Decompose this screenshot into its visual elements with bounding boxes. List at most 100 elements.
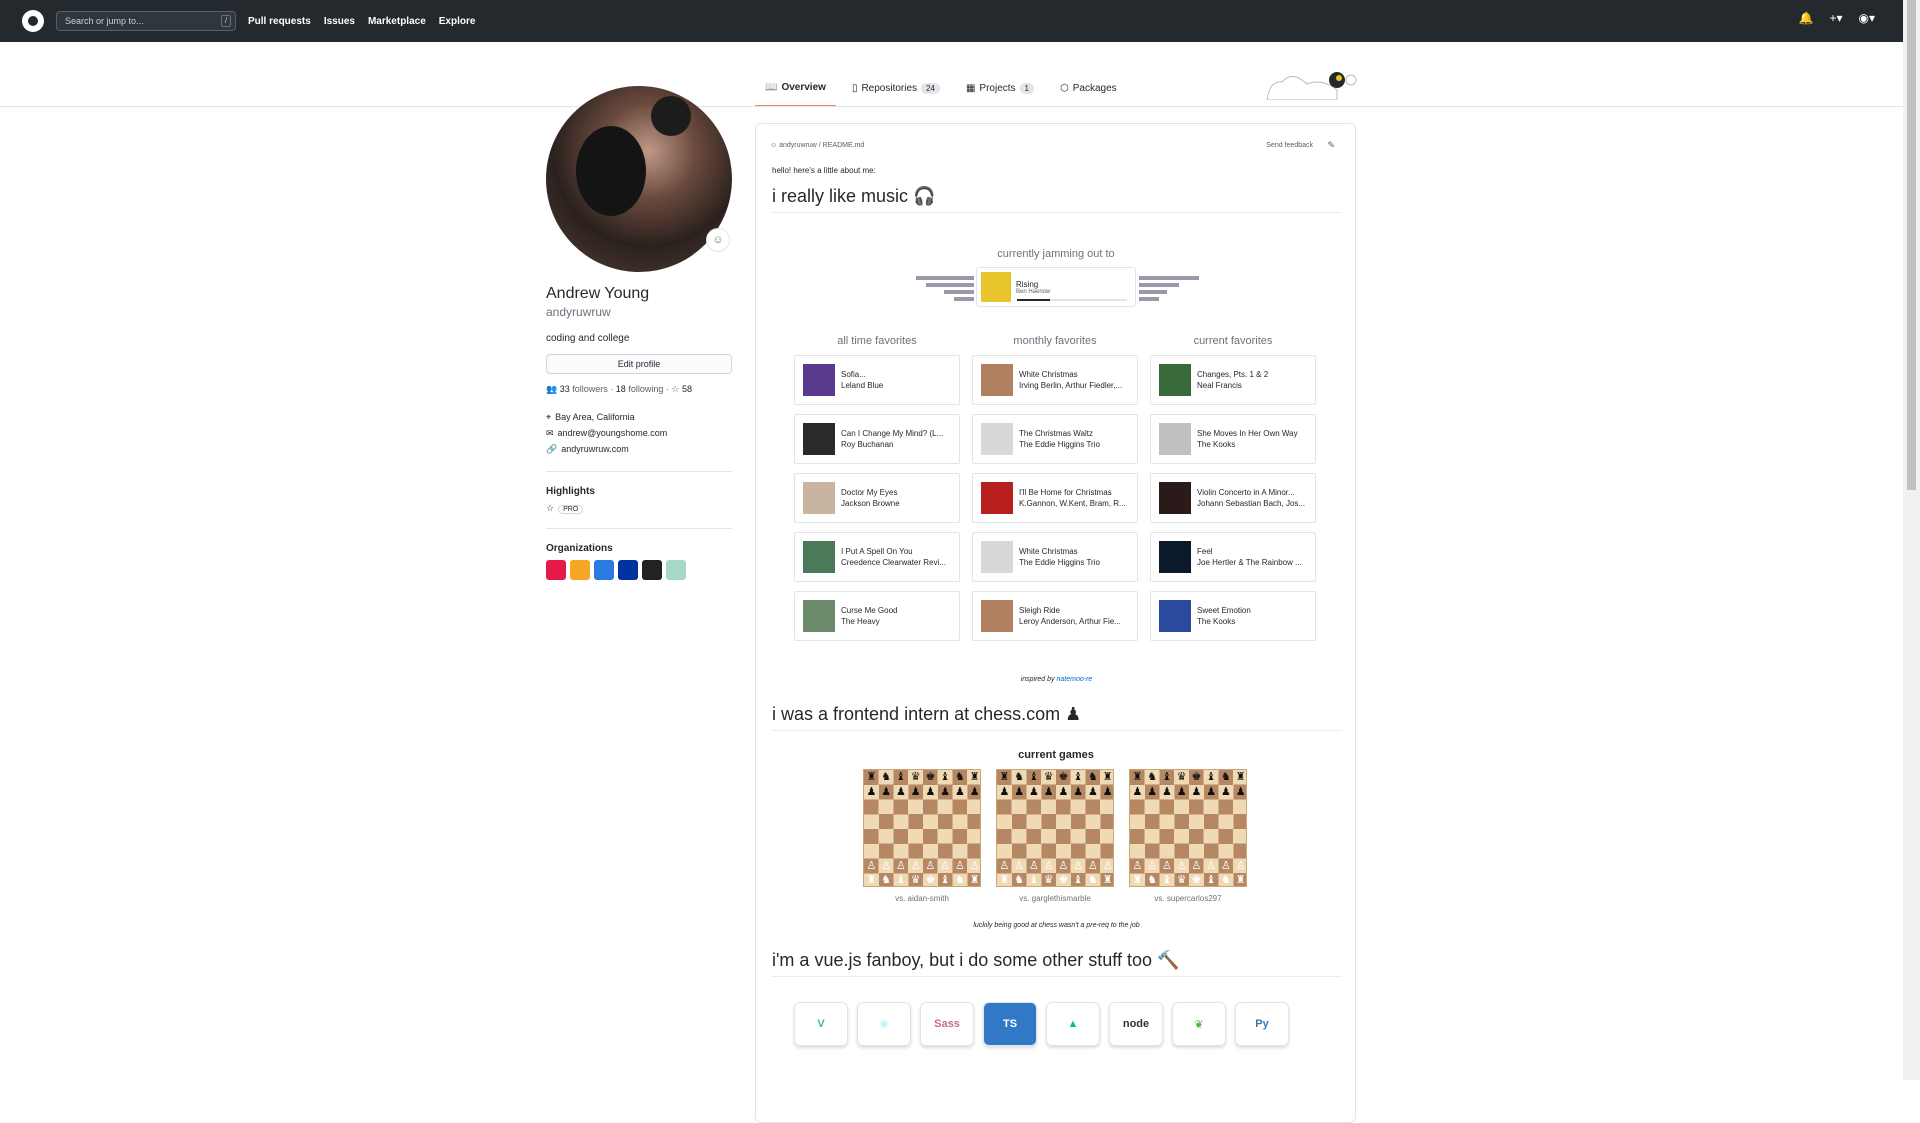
track-card[interactable]: Doctor My Eyes Jackson Browne: [794, 473, 960, 523]
track-card[interactable]: White Christmas The Eddie Higgins Trio: [972, 532, 1138, 582]
organization-avatar[interactable]: [594, 560, 614, 580]
album-art: [803, 364, 835, 396]
project-icon: ▦: [965, 83, 976, 94]
profile-avatar[interactable]: [546, 86, 732, 272]
track-card[interactable]: Violin Concerto in A Minor... Johann Seba…: [1150, 473, 1316, 523]
chess-piece: ♙: [895, 859, 906, 872]
inspired-link[interactable]: natemoo-re: [1057, 676, 1093, 683]
organization-avatar[interactable]: [618, 560, 638, 580]
game-3-opponent[interactable]: vs. supercarlos297: [1129, 894, 1247, 903]
chess-piece: ♙: [1043, 859, 1054, 872]
chess-piece: ♟: [1235, 785, 1246, 798]
tab-overview[interactable]: 📖 Overview: [755, 82, 836, 107]
organization-avatar[interactable]: [666, 560, 686, 580]
chess-piece: ♛: [910, 874, 921, 887]
chess-piece: ♚: [1191, 874, 1202, 887]
track-card[interactable]: Sleigh Ride Leroy Anderson, Arthur Fie...: [972, 591, 1138, 641]
profile-sidebar: Andrew Young andyruwruw coding and colle…: [546, 285, 732, 580]
chess-board-game-1[interactable]: ♜ ♟ ♙ ♜ ♞ ♟ ♙ ♞ ♝ ♟ ♙ ♝ ♛ ♟ ♙ ♛ ♚ ♟ ♙ ♚ ♝ ♟ ♙ ♝ ♞ ♟ ♙ ♞ ♜ ♟ ♙ ♜: [863, 769, 981, 887]
chess-piece: ♚: [1058, 874, 1069, 887]
tab-repositories[interactable]: ▯ Repositories 24: [842, 82, 950, 107]
track-card[interactable]: Sweet Emotion The Kooks: [1150, 591, 1316, 641]
set-status-smiley-icon[interactable]: ☺: [706, 228, 730, 252]
website-link[interactable]: andyruwruw.com: [561, 441, 629, 457]
favorites-column: monthly favorites White Christmas Irving B…: [972, 335, 1138, 650]
send-feedback-link[interactable]: Send feedback: [1266, 142, 1313, 149]
chess-piece: ♟: [1206, 785, 1217, 798]
chess-piece: ♙: [1073, 859, 1084, 872]
following-label[interactable]: following: [628, 384, 663, 394]
nav-pull-requests[interactable]: Pull requests: [248, 16, 311, 27]
github-logo-icon[interactable]: [22, 10, 44, 32]
track-card[interactable]: White Christmas Irving Berlin, Arthur Fie…: [972, 355, 1138, 405]
organization-avatar[interactable]: [546, 560, 566, 580]
chess-piece: ♞: [954, 874, 965, 887]
tech-heading: i'm a vue.js fanboy, but i do some other…: [772, 950, 1342, 977]
chess-piece: ♞: [1014, 874, 1025, 887]
readme-path[interactable]: ☺ andyruwruw / README.md: [770, 142, 864, 149]
top-navigation-bar: Search or jump to... / Pull requests Issu…: [0, 0, 1903, 42]
scrollbar-thumb[interactable]: [1907, 0, 1916, 490]
track-card[interactable]: Curse Me Good The Heavy: [794, 591, 960, 641]
chess-piece: ♙: [1028, 859, 1039, 872]
album-art: [803, 541, 835, 573]
user-avatar-menu-icon[interactable]: ◉▾: [1859, 11, 1876, 25]
tech-logo-icon: ▲: [1046, 1002, 1100, 1046]
tech-logo-icon: TS: [983, 1002, 1037, 1046]
profile-readme: ☺ andyruwruw / README.md Send feedback ✎…: [755, 123, 1356, 1123]
game-1-opponent[interactable]: vs. aidan-smith: [863, 894, 981, 903]
chess-piece: ♙: [940, 859, 951, 872]
projects-count: 1: [1019, 83, 1034, 94]
track-artist: Creedence Clearwater Revi...: [841, 558, 946, 567]
page-scrollbar[interactable]: [1903, 0, 1920, 1080]
track-card[interactable]: The Christmas Waltz The Eddie Higgins Tri…: [972, 414, 1138, 464]
tab-projects[interactable]: ▦ Projects 1: [956, 82, 1044, 107]
chess-piece: ♟: [881, 785, 892, 798]
highlights-title: Highlights: [546, 486, 595, 497]
track-card[interactable]: Feel Joe Hertler & The Rainbow ...: [1150, 532, 1316, 582]
chess-piece: ♜: [1102, 771, 1113, 783]
search-input[interactable]: Search or jump to... /: [56, 11, 236, 31]
chess-piece: ♙: [999, 859, 1010, 872]
package-icon: ⬡: [1059, 83, 1069, 94]
chess-piece: ♟: [1132, 785, 1143, 798]
track-card[interactable]: Changes, Pts. 1 & 2 Neal Francis: [1150, 355, 1316, 405]
track-card[interactable]: Can I Change My Mind? (L... Roy Buchanan: [794, 414, 960, 464]
album-art: [1159, 541, 1191, 573]
now-playing-card[interactable]: Rising Ben Haenow: [976, 267, 1136, 307]
track-artist: K.Gannon, W.Kent, Bram, R...: [1019, 499, 1126, 508]
notifications-bell-icon[interactable]: 🔔: [1799, 11, 1814, 25]
nav-explore[interactable]: Explore: [439, 16, 476, 27]
chess-piece: ♙: [1087, 859, 1098, 872]
followers-count[interactable]: 33: [560, 384, 570, 394]
track-card[interactable]: I'll Be Home for Christmas K.Gannon, W.Ke…: [972, 473, 1138, 523]
track-title: Sweet Emotion: [1197, 606, 1251, 615]
create-new-plus-icon[interactable]: +▾: [1829, 11, 1842, 25]
organization-avatar[interactable]: [570, 560, 590, 580]
organization-avatar[interactable]: [642, 560, 662, 580]
chess-heading: i was a frontend intern at chess.com ♟: [772, 704, 1342, 731]
edit-pencil-icon[interactable]: ✎: [1327, 140, 1335, 151]
edit-profile-button[interactable]: Edit profile: [546, 354, 732, 374]
follow-stats: 👥 33 followers · 18 following · ☆ 58: [546, 384, 692, 394]
stars-count[interactable]: 58: [682, 384, 692, 394]
pro-badge: PRO: [558, 505, 584, 514]
organizations-title: Organizations: [546, 543, 613, 554]
followers-label[interactable]: followers: [572, 384, 608, 394]
nav-marketplace[interactable]: Marketplace: [368, 16, 426, 27]
nav-issues[interactable]: Issues: [324, 16, 355, 27]
game-2-opponent[interactable]: vs. garglethismarble: [996, 894, 1114, 903]
chess-board-game-2[interactable]: ♜ ♟ ♙ ♜ ♞ ♟ ♙ ♞ ♝ ♟ ♙ ♝ ♛ ♟ ♙ ♛ ♚ ♟ ♙ ♚ ♝ ♟ ♙ ♝ ♞ ♟ ♙ ♞ ♜ ♟ ♙ ♜: [996, 769, 1114, 887]
chess-board-game-3[interactable]: ♜ ♟ ♙ ♜ ♞ ♟ ♙ ♞ ♝ ♟ ♙ ♝ ♛ ♟ ♙ ♛ ♚ ♟ ♙ ♚ ♝ ♟ ♙ ♝ ♞ ♟ ♙ ♞ ♜ ♟ ♙ ♜: [1129, 769, 1247, 887]
track-card[interactable]: Sofia... Leland Blue: [794, 355, 960, 405]
chess-piece: ♟: [1073, 785, 1084, 798]
following-count[interactable]: 18: [616, 384, 626, 394]
book-icon: 📖: [765, 82, 778, 93]
chess-piece: ♞: [881, 771, 892, 783]
chess-piece: ♝: [895, 874, 906, 887]
email-link[interactable]: andrew@youngshome.com: [558, 425, 668, 441]
track-card[interactable]: I Put A Spell On You Creedence Clearwater…: [794, 532, 960, 582]
tab-packages[interactable]: ⬡ Packages: [1050, 82, 1127, 107]
track-card[interactable]: She Moves In Her Own Way The Kooks: [1150, 414, 1316, 464]
slash-shortcut-icon: /: [221, 15, 231, 27]
